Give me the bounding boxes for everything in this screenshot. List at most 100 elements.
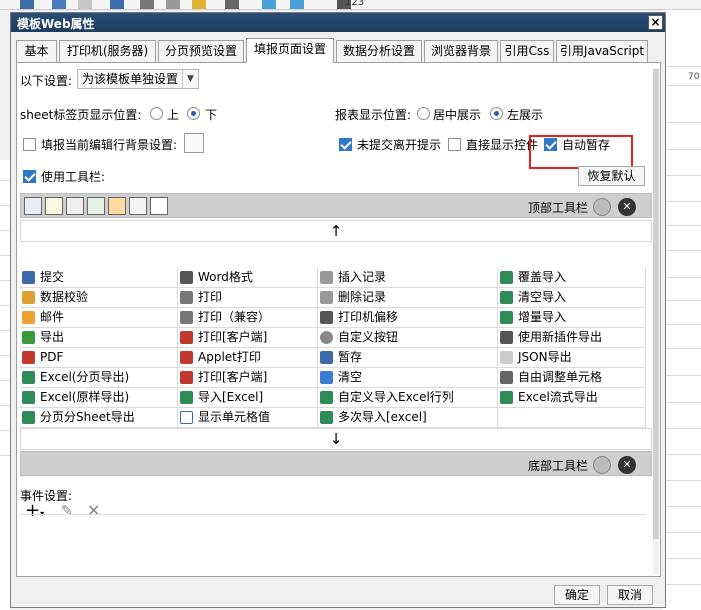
menu-icon[interactable] bbox=[20, 0, 34, 9]
insert-row-icon[interactable] bbox=[129, 197, 147, 215]
grid-item-clear-import[interactable]: 清空导入 bbox=[498, 288, 646, 308]
direct-show-ctrl-checkbox[interactable] bbox=[448, 138, 461, 151]
cut-icon[interactable] bbox=[110, 0, 124, 9]
grid-item-custom-import-excel[interactable]: 自定义导入Excel行列 bbox=[318, 388, 498, 408]
dialog-titlebar[interactable]: 模板Web属性 × bbox=[11, 13, 665, 32]
tab-page-preview[interactable]: 分页预览设置 bbox=[158, 40, 244, 62]
cancel-button[interactable]: 取消 bbox=[607, 585, 653, 605]
brush-icon[interactable] bbox=[192, 0, 206, 9]
grid-item-excel-original-export[interactable]: Excel(原样导出) bbox=[20, 388, 178, 408]
preview-icon[interactable] bbox=[225, 0, 239, 9]
arrow-down-icon: ↓ bbox=[329, 430, 343, 448]
mail-icon[interactable] bbox=[108, 197, 126, 215]
tab-printer-server[interactable]: 打印机(服务器) bbox=[59, 40, 156, 62]
unsubmitted-tip-checkbox[interactable] bbox=[339, 138, 352, 151]
grid-item-mail[interactable]: 邮件 bbox=[20, 308, 178, 328]
grid-item-new-plugin-export[interactable]: 使用新插件导出 bbox=[498, 328, 646, 348]
grid-item-print-client-2[interactable]: 打印[客户端] bbox=[178, 368, 318, 388]
grid-item-data-validate[interactable]: 数据校验 bbox=[20, 288, 178, 308]
background-sheet: 70 bbox=[662, 10, 701, 610]
top-toolbar-label: 顶部工具栏 bbox=[528, 201, 589, 215]
report-center-radio[interactable] bbox=[417, 107, 430, 120]
chevron-down-icon: ▼ bbox=[182, 70, 198, 88]
copy-icon[interactable] bbox=[140, 0, 154, 9]
scope-select[interactable]: 为该模板单独设置 ▼ bbox=[77, 69, 199, 89]
remove-icon[interactable]: ✕ bbox=[618, 198, 636, 216]
scrollbar-thumb[interactable] bbox=[653, 69, 659, 539]
report-left-radio[interactable] bbox=[490, 107, 503, 120]
redo-icon[interactable] bbox=[78, 0, 92, 9]
undo-icon[interactable] bbox=[52, 0, 66, 9]
grid-item-overwrite-import[interactable]: 覆盖导入 bbox=[498, 268, 646, 288]
submit-icon bbox=[22, 271, 35, 284]
grid-item-show-cell-value[interactable]: 显示单元格值 bbox=[178, 408, 318, 428]
move-up-row[interactable]: ↑ bbox=[20, 220, 652, 242]
event-list-area[interactable] bbox=[20, 514, 646, 572]
excel-icon bbox=[500, 271, 513, 284]
tab-basic[interactable]: 基本 bbox=[16, 40, 57, 62]
sheet-position-top-label: 上 bbox=[167, 108, 180, 122]
grid-item-page-sheet-export[interactable]: 分页分Sheet导出 bbox=[20, 408, 178, 428]
tab-javascript[interactable]: 引用JavaScript bbox=[556, 40, 648, 62]
grid-item-increment-import[interactable]: 增量导入 bbox=[498, 308, 646, 328]
link-icon[interactable] bbox=[290, 0, 304, 9]
ok-button[interactable]: 确定 bbox=[554, 585, 600, 605]
tab-css[interactable]: 引用Css bbox=[500, 40, 554, 62]
printer-icon bbox=[180, 291, 193, 304]
print-icon[interactable] bbox=[66, 197, 84, 215]
fill-bg-checkbox[interactable] bbox=[23, 138, 36, 151]
grid-item-excel-page-export[interactable]: Excel(分页导出) bbox=[20, 368, 178, 388]
fill-page-settings-panel: 以下设置: 为该模板单独设置 ▼ sheet标签页显示位置: 上 下 报表显示位… bbox=[16, 62, 661, 577]
grid-item-print-client[interactable]: 打印[客户端] bbox=[178, 328, 318, 348]
grid-item-export[interactable]: 导出 bbox=[20, 328, 178, 348]
tab-fill-page-settings[interactable]: 填报页面设置 bbox=[246, 38, 334, 63]
save-icon[interactable] bbox=[24, 197, 42, 215]
use-toolbar-checkbox[interactable] bbox=[23, 170, 36, 183]
remove-icon[interactable]: ✕ bbox=[618, 456, 636, 474]
grid-item-applet-print[interactable]: Applet打印 bbox=[178, 348, 318, 368]
tab-data-analysis[interactable]: 数据分析设置 bbox=[336, 40, 422, 62]
grid-item-insert-record[interactable]: 插入记录 bbox=[318, 268, 498, 288]
validate-icon bbox=[22, 291, 35, 304]
grid-item-submit[interactable]: 提交 bbox=[20, 268, 178, 288]
grid-item-free-adjust-cell[interactable]: 自由调整单元格 bbox=[498, 368, 646, 388]
paste-icon[interactable] bbox=[166, 0, 180, 9]
validate-icon[interactable] bbox=[45, 197, 63, 215]
grid-item-word[interactable]: Word格式 bbox=[178, 268, 318, 288]
grid-item-clear[interactable]: 清空 bbox=[318, 368, 498, 388]
paint-bucket-icon[interactable] bbox=[184, 133, 204, 153]
grid-item-pdf[interactable]: PDF bbox=[20, 348, 178, 368]
sheet-position-bottom-radio[interactable] bbox=[187, 107, 200, 120]
export-icon[interactable] bbox=[87, 197, 105, 215]
grid-item-json-export[interactable]: JSON导出 bbox=[498, 348, 646, 368]
top-toolbar-strip: 顶部工具栏 ✕ bbox=[20, 193, 652, 218]
json-icon bbox=[500, 351, 513, 364]
gear-icon[interactable] bbox=[593, 456, 611, 474]
grid-item-multi-import-excel[interactable]: 多次导入[excel] bbox=[318, 408, 498, 428]
move-down-row[interactable]: ↓ bbox=[20, 428, 652, 450]
fill-bg-label: 填报当前编辑行背景设置: bbox=[41, 138, 178, 152]
cell-value-icon[interactable] bbox=[150, 197, 168, 215]
direct-show-ctrl-label: 直接显示控件 bbox=[466, 138, 539, 152]
sheet-position-bottom-label: 下 bbox=[205, 108, 218, 122]
filter-icon[interactable] bbox=[262, 0, 276, 9]
excel-icon bbox=[320, 391, 333, 404]
excel-icon bbox=[22, 411, 35, 424]
gear-icon[interactable] bbox=[593, 198, 611, 216]
grid-item-import-excel[interactable]: 导入[Excel] bbox=[178, 388, 318, 408]
pdf-print-icon bbox=[180, 351, 193, 364]
grid-item-print[interactable]: 打印 bbox=[178, 288, 318, 308]
close-button[interactable]: × bbox=[648, 15, 663, 30]
grid-item-print-compat[interactable]: 打印（兼容） bbox=[178, 308, 318, 328]
tab-browser-background[interactable]: 浏览器背景 bbox=[424, 40, 498, 62]
sheet-position-label: sheet标签页显示位置: bbox=[20, 108, 142, 122]
grid-item-custom-button[interactable]: 自定义按钮 bbox=[318, 328, 498, 348]
grid-item-printer-offset[interactable]: 打印机偏移 bbox=[318, 308, 498, 328]
grid-item-delete-record[interactable]: 删除记录 bbox=[318, 288, 498, 308]
excel-icon bbox=[22, 371, 35, 384]
grid-item-excel-stream-export[interactable]: Excel流式导出 bbox=[498, 388, 646, 408]
sheet-position-top-radio[interactable] bbox=[150, 107, 163, 120]
grid-item-temp-save[interactable]: 暂存 bbox=[318, 348, 498, 368]
highlight-box bbox=[529, 135, 633, 169]
restore-default-button[interactable]: 恢复默认 bbox=[578, 166, 645, 186]
